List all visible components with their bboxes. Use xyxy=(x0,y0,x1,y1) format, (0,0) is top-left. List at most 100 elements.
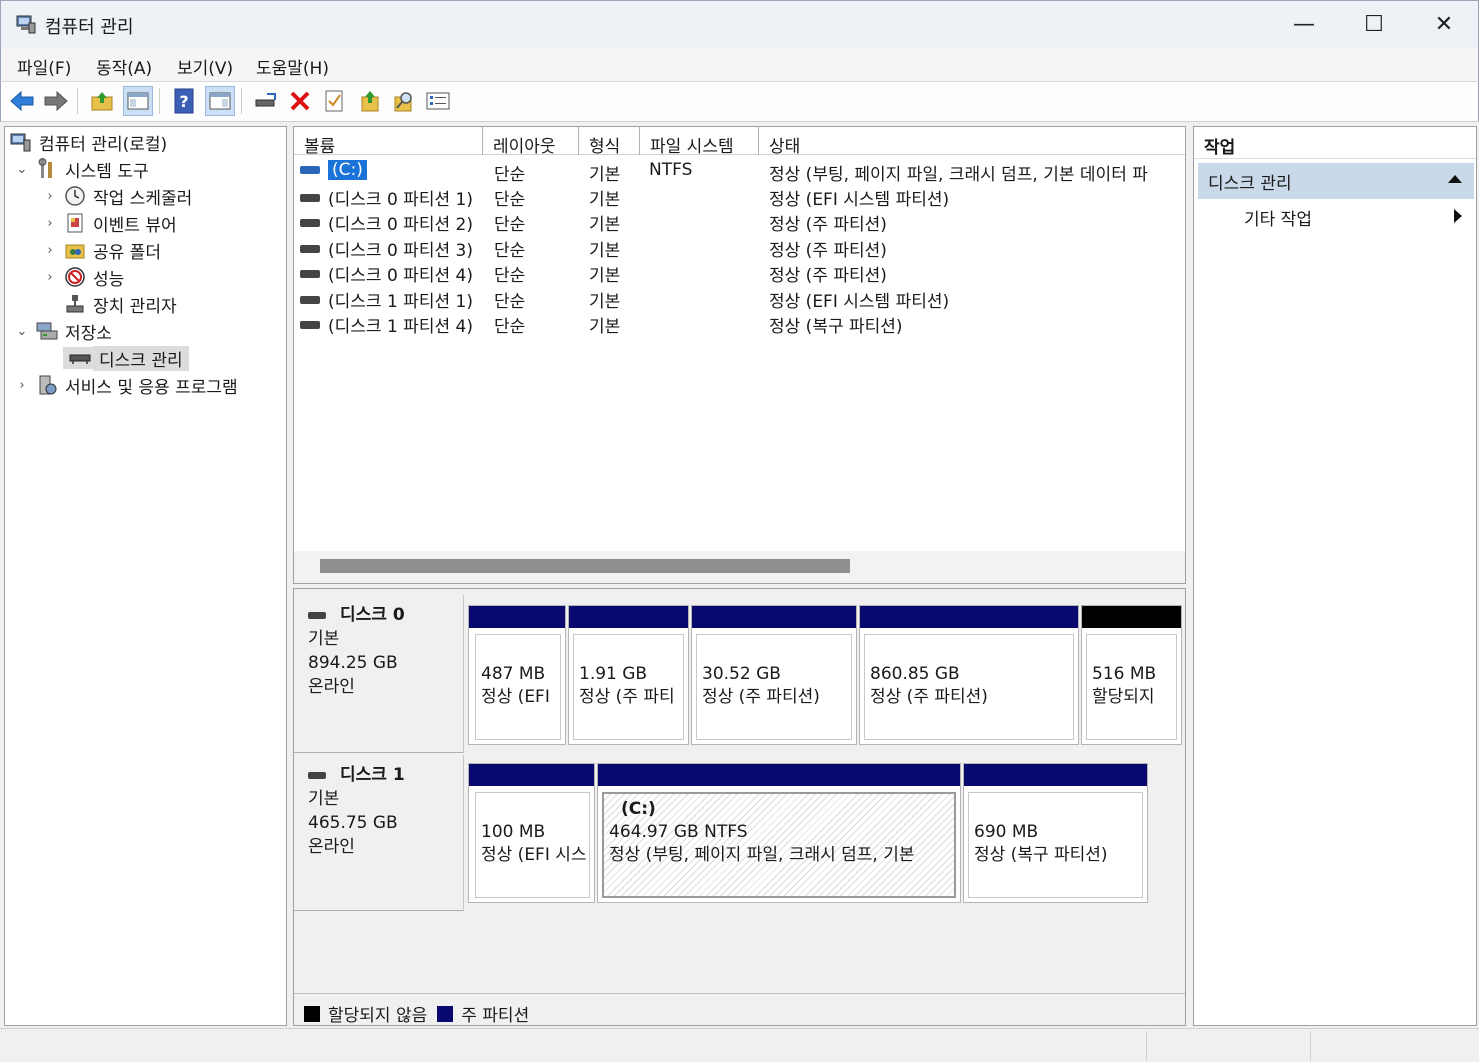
window-title: 컴퓨터 관리 xyxy=(45,17,134,38)
more-actions-item[interactable]: 기타 작업 xyxy=(1244,205,1312,230)
menu-view[interactable]: 보기(V) xyxy=(177,54,233,79)
partition-disk1-c[interactable]: (C:) 464.97 GB NTFS 정상 (부팅, 페이지 파일, 크래시 덤프… xyxy=(597,763,961,903)
shared-folder-icon xyxy=(63,239,87,261)
column-header-type[interactable]: 형식 xyxy=(579,127,640,157)
disk-0-info[interactable]: 디스크 0 기본 894.25 GB 온라인 xyxy=(294,595,464,753)
volume-icon xyxy=(300,295,320,304)
table-row[interactable]: (디스크 0 파티션 1) 단순 기본 정상 (EFI 시스템 파티션) xyxy=(294,183,1185,210)
tree-event-viewer[interactable]: › 이벤트 뷰어 xyxy=(43,210,177,236)
scrollbar-thumb[interactable] xyxy=(320,559,850,573)
volume-icon xyxy=(300,218,320,227)
table-row[interactable]: (디스크 0 파티션 2) 단순 기본 정상 (주 파티션) xyxy=(294,208,1185,235)
partition-disk0-unallocated[interactable]: 516 MB 할당되지 xyxy=(1081,605,1182,745)
chevron-right-icon[interactable]: › xyxy=(43,216,57,231)
tree-task-scheduler[interactable]: › 작업 스케줄러 xyxy=(43,183,192,209)
chevron-right-icon[interactable]: › xyxy=(43,243,57,258)
list-view-icon[interactable] xyxy=(423,86,453,116)
connect-drive-icon[interactable] xyxy=(251,86,281,116)
export-icon[interactable] xyxy=(355,86,385,116)
legend: 할당되지 않음 주 파티션 xyxy=(294,993,1185,1026)
disk-1-info[interactable]: 디스크 1 기본 465.75 GB 온라인 xyxy=(294,755,464,911)
computer-management-icon xyxy=(9,131,33,153)
show-hide-action-pane-icon[interactable] xyxy=(205,86,235,116)
collapse-up-icon[interactable] xyxy=(1448,175,1462,183)
status-bar xyxy=(0,1028,1479,1062)
menu-action[interactable]: 동작(A) xyxy=(96,54,152,79)
menu-bar: 파일(F) 동작(A) 보기(V) 도움말(H) xyxy=(0,48,1479,82)
column-header-filesystem[interactable]: 파일 시스템 xyxy=(640,127,759,157)
event-viewer-icon xyxy=(63,212,87,234)
legend-primary-label: 주 파티션 xyxy=(461,1006,530,1026)
toolbar: ? xyxy=(0,82,1479,122)
disk-icon xyxy=(63,347,97,369)
disk-icon xyxy=(308,611,326,619)
tree-system-tools[interactable]: ⌄ 시스템 도구 xyxy=(15,156,149,182)
partition-disk1-1[interactable]: 100 MB 정상 (EFI 시스 xyxy=(468,763,595,903)
device-manager-icon xyxy=(63,293,87,315)
disk-graphical-view: 디스크 0 기본 894.25 GB 온라인 487 MB 정상 (EFI 1.9… xyxy=(293,588,1186,1026)
svg-text:?: ? xyxy=(179,92,188,111)
partition-disk1-recovery[interactable]: 690 MB 정상 (복구 파티션) xyxy=(963,763,1148,903)
tree-shared-folders[interactable]: › 공유 폴더 xyxy=(43,237,161,263)
performance-icon xyxy=(63,266,87,288)
tools-icon xyxy=(35,158,59,180)
tree-root[interactable]: 컴퓨터 관리(로컬) xyxy=(9,129,167,155)
chevron-right-icon[interactable]: › xyxy=(43,189,57,204)
horizontal-scrollbar[interactable] xyxy=(294,551,1185,583)
tree-performance[interactable]: › 성능 xyxy=(43,264,124,290)
volume-list: 볼륨 레이아웃 형식 파일 시스템 상태 (C:) 단순 기본 NTFS 정상 … xyxy=(293,126,1186,584)
table-row[interactable]: (C:) 단순 기본 NTFS 정상 (부팅, 페이지 파일, 크래시 덤프, … xyxy=(294,158,1185,185)
computer-management-icon xyxy=(16,15,36,34)
column-header-volume[interactable]: 볼륨 xyxy=(294,127,483,157)
column-header-status[interactable]: 상태 xyxy=(759,127,1185,157)
volume-icon xyxy=(300,320,320,329)
table-row[interactable]: (디스크 0 파티션 4) 단순 기본 정상 (주 파티션) xyxy=(294,259,1185,286)
volume-icon xyxy=(300,244,320,253)
title-bar: 컴퓨터 관리 — ☐ ✕ xyxy=(0,0,1479,48)
volume-icon xyxy=(300,166,320,174)
tree-storage[interactable]: ⌄ 저장소 xyxy=(15,318,112,344)
legend-unallocated-label: 할당되지 않음 xyxy=(328,1006,428,1026)
console-tree: 컴퓨터 관리(로컬) ⌄ 시스템 도구 › 작업 스케줄러 › 이벤트 뷰어 ›… xyxy=(4,126,287,1026)
actions-header: 작업 xyxy=(1194,127,1476,159)
tree-services-apps[interactable]: › 서비스 및 응용 프로그램 xyxy=(15,372,238,398)
legend-unallocated-swatch xyxy=(304,1005,320,1022)
properties-icon[interactable] xyxy=(319,86,349,116)
submenu-arrow-icon[interactable] xyxy=(1454,209,1462,223)
tree-disk-management[interactable]: 디스크 관리 xyxy=(63,345,189,371)
close-button[interactable]: ✕ xyxy=(1409,1,1479,47)
chevron-right-icon[interactable]: › xyxy=(15,378,29,393)
volume-icon xyxy=(300,269,320,278)
table-row[interactable]: (디스크 1 파티션 4) 단순 기본 정상 (복구 파티션) xyxy=(294,310,1185,337)
tree-device-manager[interactable]: 장치 관리자 xyxy=(63,291,177,317)
help-icon[interactable]: ? xyxy=(169,86,199,116)
up-folder-icon[interactable] xyxy=(87,86,117,116)
delete-icon[interactable] xyxy=(285,86,315,116)
disk-icon xyxy=(308,771,326,779)
chevron-down-icon[interactable]: ⌄ xyxy=(15,324,29,339)
menu-file[interactable]: 파일(F) xyxy=(17,54,71,79)
column-header-layout[interactable]: 레이아웃 xyxy=(483,127,579,157)
minimize-button[interactable]: — xyxy=(1269,1,1339,47)
partition-disk0-3[interactable]: 30.52 GB 정상 (주 파티션) xyxy=(691,605,857,745)
chevron-right-icon[interactable]: › xyxy=(43,270,57,285)
partition-disk0-2[interactable]: 1.91 GB 정상 (주 파티 xyxy=(568,605,689,745)
partition-disk0-1[interactable]: 487 MB 정상 (EFI xyxy=(468,605,566,745)
legend-primary-swatch xyxy=(437,1005,454,1022)
actions-section-disk-management[interactable]: 디스크 관리 xyxy=(1198,163,1474,199)
table-row[interactable]: (디스크 0 파티션 3) 단순 기본 정상 (주 파티션) xyxy=(294,234,1185,261)
chevron-down-icon[interactable]: ⌄ xyxy=(15,162,29,177)
clock-icon xyxy=(63,185,87,207)
actions-pane: 작업 디스크 관리 기타 작업 xyxy=(1193,126,1477,1026)
storage-icon xyxy=(35,320,59,342)
table-row[interactable]: (디스크 1 파티션 1) 단순 기본 정상 (EFI 시스템 파티션) xyxy=(294,285,1185,312)
forward-icon[interactable] xyxy=(41,86,71,116)
volume-icon xyxy=(300,193,320,202)
menu-help[interactable]: 도움말(H) xyxy=(256,54,329,79)
search-icon[interactable] xyxy=(389,86,419,116)
back-icon[interactable] xyxy=(7,86,37,116)
maximize-button[interactable]: ☐ xyxy=(1339,1,1409,47)
show-hide-console-tree-icon[interactable] xyxy=(123,86,153,116)
partition-disk0-4[interactable]: 860.85 GB 정상 (주 파티션) xyxy=(859,605,1079,745)
services-icon xyxy=(35,374,59,396)
